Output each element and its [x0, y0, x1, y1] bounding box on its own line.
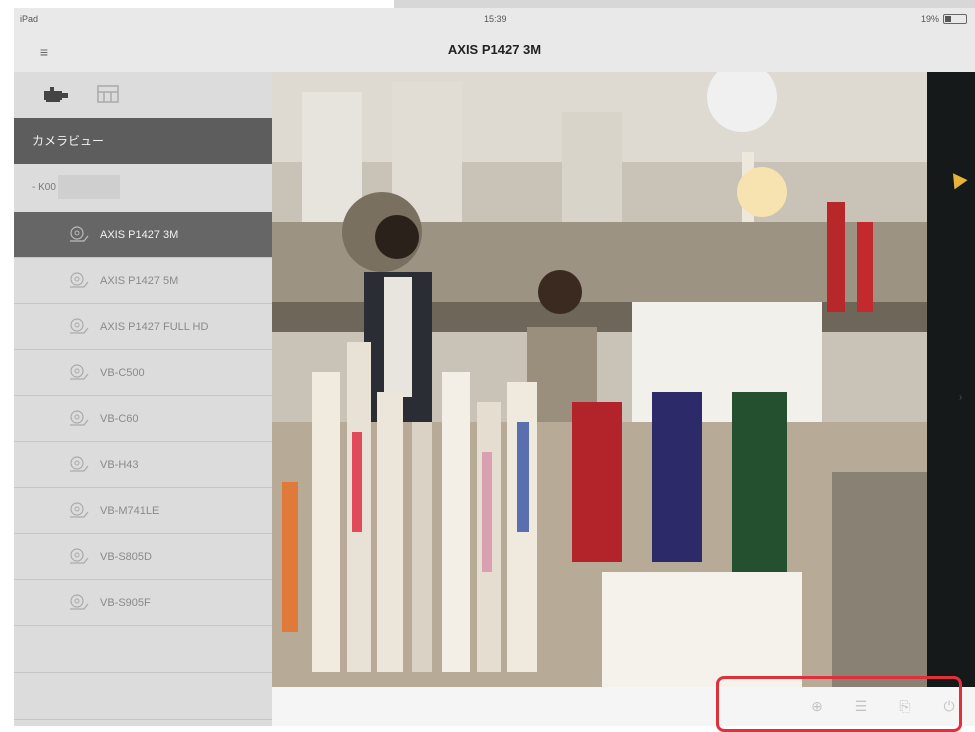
- battery-percent: 19%: [920, 14, 939, 24]
- camera-list-item[interactable]: AXIS P1427 FULL HD: [14, 304, 272, 350]
- camera-icon[interactable]: [42, 84, 72, 104]
- ipad-screen: iPad 15:39 19% ≡ AXIS P1427 3M カメラビュー - …: [14, 8, 975, 726]
- camera-icon: [70, 456, 89, 472]
- camera-label: AXIS P1427 5M: [100, 275, 179, 287]
- camera-label: AXIS P1427 FULL HD: [100, 321, 209, 333]
- camera-list: AXIS P1427 3M AXIS P1427 5M AXIS P1427 FUL…: [14, 212, 272, 720]
- page-title: AXIS P1427 3M: [447, 42, 542, 57]
- redacted-block: [57, 175, 120, 200]
- camera-icon: [70, 410, 89, 426]
- camera-label: VB-C60: [100, 413, 139, 425]
- camera-icon: [70, 272, 89, 288]
- camera-list-item[interactable]: AXIS P1427 3M: [14, 212, 272, 258]
- nav-bar: ≡ AXIS P1427 3M: [14, 32, 975, 72]
- camera-icon: [70, 364, 89, 380]
- camera-list-item[interactable]: VB-M741LE: [14, 488, 272, 534]
- camera-label: VB-M741LE: [100, 505, 160, 517]
- top-gray-strip: [394, 0, 975, 8]
- camera-list-item[interactable]: VB-C60: [14, 396, 272, 442]
- layout-grid-icon[interactable]: [96, 84, 120, 104]
- camera-list-item[interactable]: VB-S905F: [14, 580, 272, 626]
- sidebar-tabs: [14, 72, 272, 118]
- status-bar: iPad 15:39 19%: [14, 8, 975, 32]
- camera-label: VB-S805D: [100, 551, 152, 563]
- camera-icon: [70, 226, 89, 242]
- battery-status: 19%: [921, 14, 967, 24]
- camera-list-item[interactable]: VB-H43: [14, 442, 272, 488]
- empty-list-row: [14, 626, 272, 673]
- camera-icon: [70, 594, 89, 610]
- camera-icon: [70, 318, 89, 334]
- camera-label: AXIS P1427 3M: [100, 229, 179, 241]
- camera-label: VB-H43: [100, 459, 139, 471]
- camera-icon: [70, 502, 89, 518]
- camera-icon: [70, 548, 89, 564]
- camera-view-section-header: カメラビュー: [14, 118, 272, 164]
- side-panel-dark: ›: [927, 72, 975, 687]
- store-scene-image: [272, 72, 927, 687]
- top-white-strip: [14, 0, 394, 8]
- camera-list-item[interactable]: VB-S805D: [14, 534, 272, 580]
- empty-list-row: [14, 673, 272, 720]
- status-time: 15:39: [484, 14, 507, 24]
- sidebar: カメラビュー - K00 AXIS P1427 3M AXIS P1427 5M A…: [14, 72, 272, 726]
- camera-label: VB-S905F: [100, 597, 151, 609]
- chevron-right-icon[interactable]: ›: [959, 392, 962, 403]
- live-video-view[interactable]: [272, 72, 927, 687]
- battery-icon: [943, 14, 967, 24]
- camera-group-row[interactable]: - K00: [14, 164, 272, 212]
- camera-list-item[interactable]: AXIS P1427 5M: [14, 258, 272, 304]
- camera-group-label: - K00: [32, 182, 56, 193]
- pointer-arrow-icon: [946, 168, 968, 190]
- carrier-label: iPad: [20, 14, 39, 24]
- toolbar-highlight-box: [716, 676, 962, 732]
- camera-label: VB-C500: [100, 367, 145, 379]
- camera-list-item[interactable]: VB-C500: [14, 350, 272, 396]
